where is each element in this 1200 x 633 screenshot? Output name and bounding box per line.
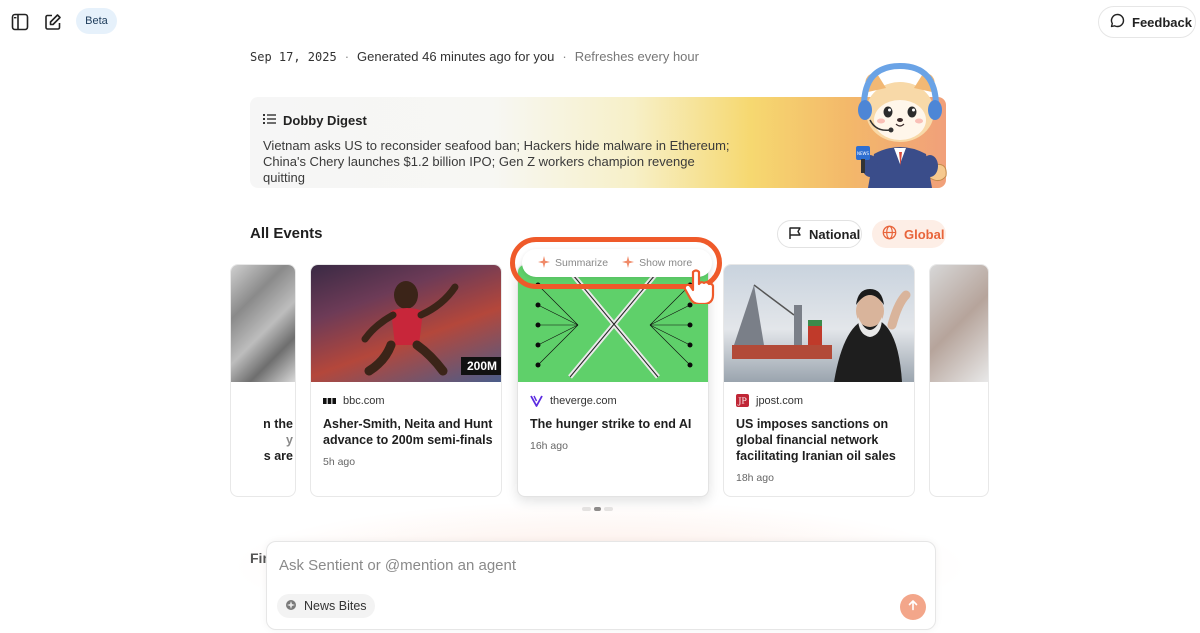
- digest-date: Sep 17, 2025: [250, 49, 337, 64]
- event-card-partial-right[interactable]: [929, 264, 989, 497]
- pointer-hand-icon: [683, 268, 717, 309]
- digest-meta: Sep 17, 2025 · Generated 46 minutes ago …: [250, 49, 699, 64]
- chat-composer: News Bites: [266, 541, 936, 630]
- show-more-button[interactable]: Show more: [608, 255, 692, 271]
- chat-input[interactable]: [279, 554, 879, 576]
- event-card[interactable]: 200M bbc.com Asher-Smith, Neita and Hunt…: [310, 264, 502, 497]
- event-card[interactable]: JP jpost.com US imposes sanctions on glo…: [723, 264, 915, 497]
- refresh-text: Refreshes every hour: [574, 49, 699, 64]
- sparkle-icon: [622, 255, 635, 271]
- source-name: jpost.com: [756, 394, 804, 407]
- event-time: 18h ago: [736, 472, 774, 484]
- jpost-logo-icon: JP: [736, 394, 749, 407]
- carousel-pagination[interactable]: [582, 507, 613, 511]
- verge-logo-icon: [530, 394, 543, 407]
- send-button[interactable]: [900, 594, 926, 620]
- globe-icon: [882, 225, 897, 243]
- separator: ·: [562, 49, 567, 64]
- digest-summary: Vietnam asks US to reconsider seafood ba…: [263, 138, 730, 185]
- chat-bubble-icon: [1110, 13, 1125, 31]
- all-events-title: All Events: [250, 225, 323, 242]
- headline-fragment: y: [286, 433, 293, 447]
- flag-icon: [788, 226, 802, 243]
- list-icon: [263, 113, 276, 128]
- event-headline-partial: n the y s are: [233, 416, 293, 464]
- event-source: theverge.com: [530, 394, 617, 407]
- carousel-dot-active[interactable]: [594, 507, 601, 511]
- event-image: [724, 265, 914, 382]
- filter-national-label: National: [809, 226, 861, 242]
- event-headline: Asher-Smith, Neita and Hunt advance to 2…: [323, 417, 493, 447]
- news-bites-chip[interactable]: News Bites: [277, 594, 375, 618]
- digest-card[interactable]: Dobby Digest Vietnam asks US to reconsid…: [250, 97, 946, 188]
- new-chat-icon[interactable]: [42, 11, 64, 33]
- sidebar-toggle-icon[interactable]: [9, 11, 31, 33]
- filter-national[interactable]: National: [777, 220, 862, 248]
- feedback-button[interactable]: Feedback: [1098, 6, 1196, 38]
- event-card-partial-left[interactable]: n the y s are: [230, 264, 296, 497]
- dobby-mascot-illustration: NEWS: [848, 62, 952, 190]
- sparkle-icon: [538, 255, 550, 271]
- digest-header: Dobby Digest: [263, 113, 367, 128]
- source-name: bbc.com: [343, 394, 385, 407]
- event-source: JP jpost.com: [736, 394, 803, 407]
- source-name: theverge.com: [550, 394, 617, 407]
- summarize-label: Summarize: [555, 257, 609, 269]
- headline-fragment: s are: [263, 449, 293, 463]
- summarize-button[interactable]: Summarize: [522, 255, 609, 271]
- event-card-active[interactable]: theverge.com The hunger strike to end AI…: [517, 264, 709, 497]
- event-headline: US imposes sanctions on global financial…: [736, 417, 896, 463]
- image-badge: 200M: [466, 359, 498, 373]
- event-image: [930, 265, 988, 382]
- filter-global[interactable]: Global: [872, 220, 946, 248]
- event-time: 16h ago: [530, 440, 568, 452]
- svg-text:JP: JP: [737, 397, 747, 406]
- headline-fragment: n the: [263, 417, 293, 431]
- event-image: [231, 265, 295, 382]
- beta-badge: Beta: [76, 8, 117, 34]
- digest-title: Dobby Digest: [283, 113, 367, 128]
- event-source: bbc.com: [323, 394, 385, 407]
- feedback-label: Feedback: [1132, 14, 1192, 30]
- news-bites-label: News Bites: [304, 599, 367, 613]
- carousel-dot[interactable]: [582, 507, 591, 511]
- event-image: 200M: [311, 265, 501, 382]
- svg-text:NEWS: NEWS: [857, 151, 869, 156]
- generated-text: Generated 46 minutes ago for you: [357, 49, 555, 64]
- event-time: 5h ago: [323, 456, 356, 468]
- filter-global-label: Global: [904, 226, 945, 242]
- agent-icon: [285, 599, 297, 614]
- arrow-up-icon: [907, 598, 919, 616]
- event-headline: The hunger strike to end AI: [530, 417, 692, 431]
- carousel-dot[interactable]: [604, 507, 613, 511]
- separator: ·: [344, 49, 350, 64]
- bbc-logo-icon: [323, 394, 336, 407]
- event-image: [518, 265, 708, 382]
